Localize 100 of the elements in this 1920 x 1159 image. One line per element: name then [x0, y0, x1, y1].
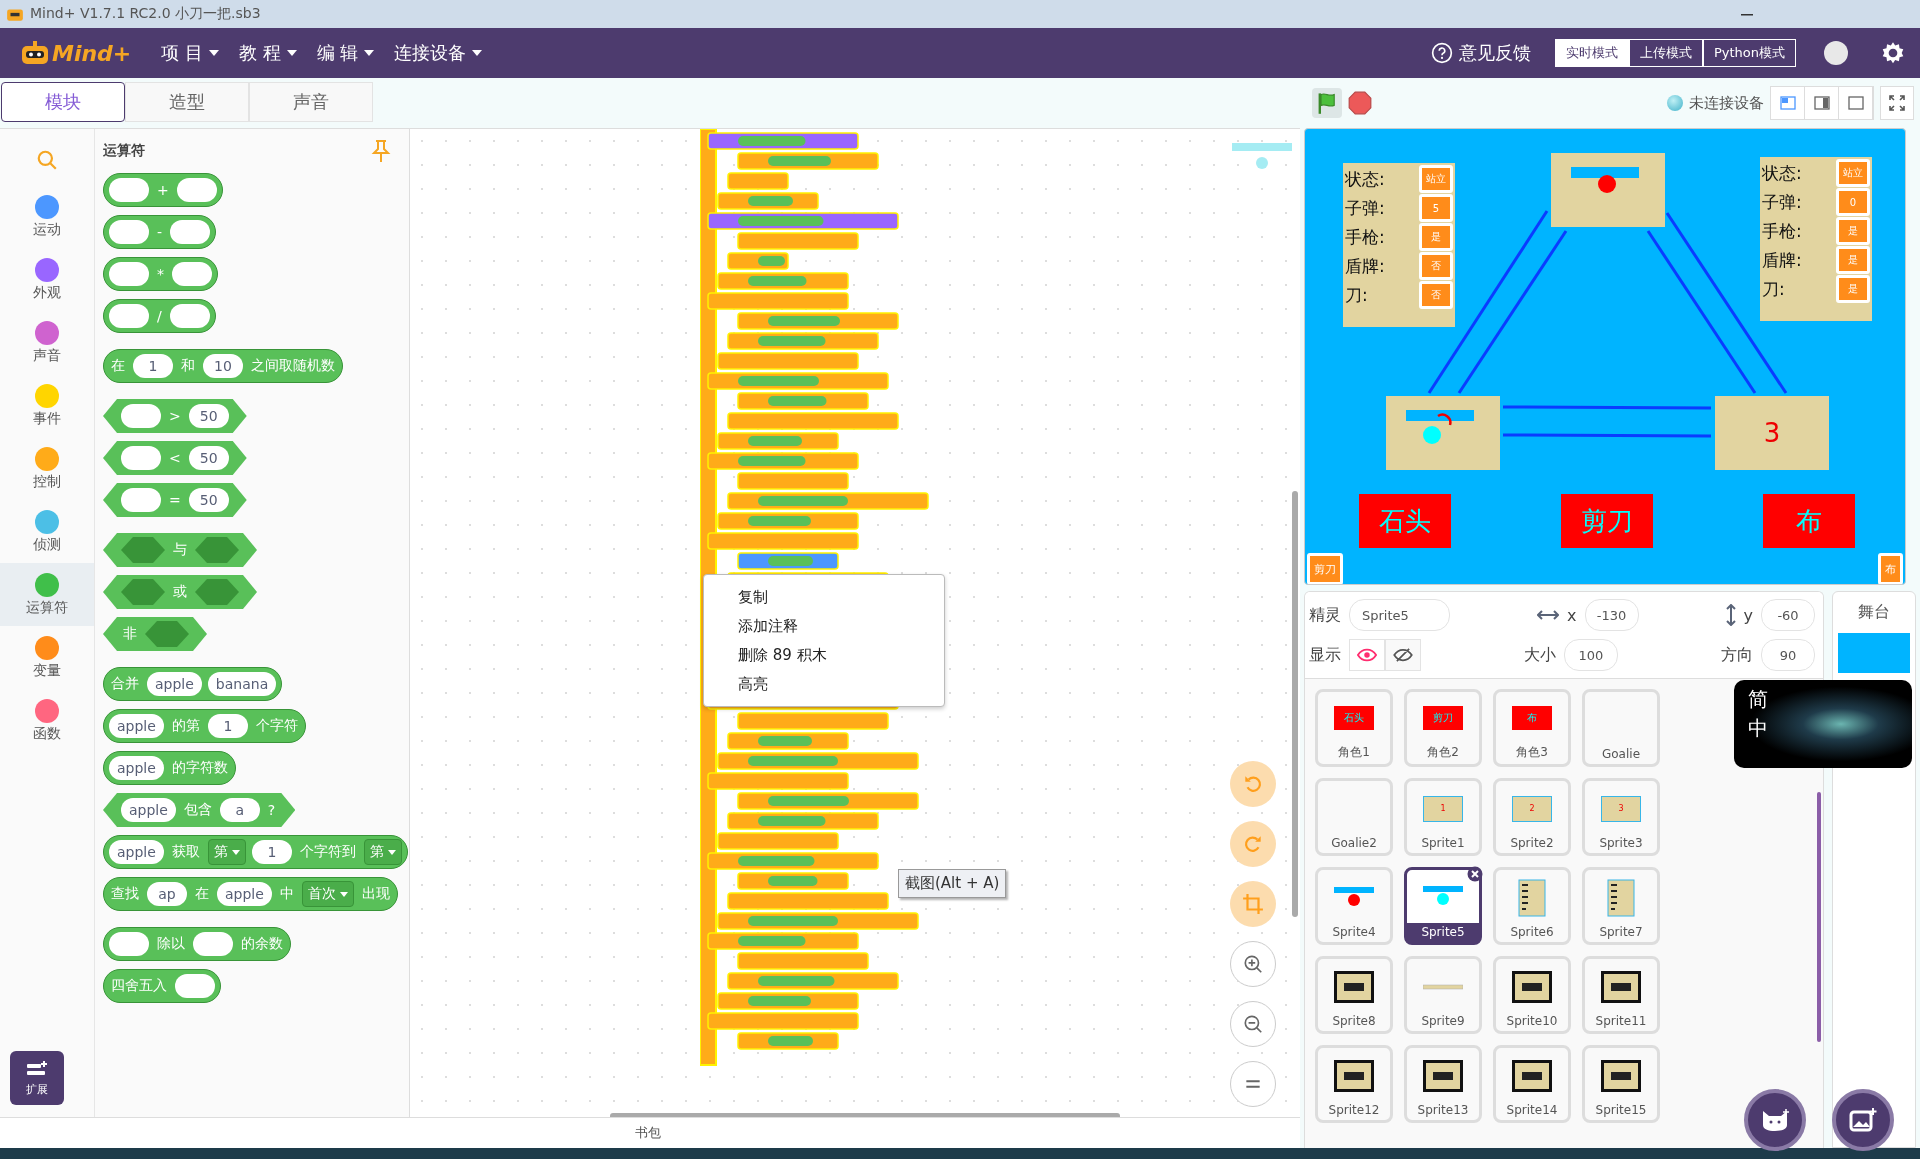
block-input[interactable]: 10	[203, 354, 243, 378]
operator-block[interactable]: apple 包含 a ?	[103, 793, 296, 827]
sprite-name-field[interactable]: Sprite5	[1349, 599, 1450, 631]
input-method-widget[interactable]: 简 中	[1734, 680, 1912, 768]
block-input[interactable]: 50	[188, 446, 229, 470]
category-item[interactable]: 外观	[0, 248, 94, 311]
block-input[interactable]	[193, 932, 233, 956]
sprite-tile[interactable]: 布 角色3	[1493, 689, 1571, 767]
block-input[interactable]: apple	[109, 756, 164, 780]
x-field[interactable]: -130	[1584, 599, 1639, 631]
category-item[interactable]: 控制	[0, 437, 94, 500]
sprite-tile[interactable]: Sprite8	[1315, 956, 1393, 1034]
block-input[interactable]: 50	[188, 488, 229, 512]
run-button[interactable]	[1312, 88, 1342, 118]
category-item[interactable]: 运动	[0, 185, 94, 248]
close-icon[interactable]	[1467, 866, 1483, 882]
mode-tab[interactable]: 上传模式	[1628, 39, 1703, 67]
undo-button[interactable]	[1230, 761, 1276, 807]
settings-icon[interactable]	[1880, 40, 1906, 66]
editor-tab[interactable]: 造型	[125, 82, 249, 122]
operator-block[interactable]: 合并 apple banana	[103, 667, 283, 701]
block-input[interactable]: 1	[251, 840, 292, 864]
menu-item[interactable]: 连接设备	[388, 37, 489, 69]
operator-block[interactable]: 查找 ap 在 apple 中 首次 出现	[103, 877, 398, 911]
sprite-tile[interactable]: Sprite14	[1493, 1045, 1571, 1123]
fullscreen-icon[interactable]	[1880, 86, 1914, 120]
zoom-out-button[interactable]	[1230, 1001, 1276, 1047]
menu-item[interactable]: 项 目	[155, 37, 225, 69]
sprite-tile[interactable]: Sprite6	[1493, 867, 1571, 945]
block-input[interactable]	[170, 220, 211, 244]
operator-block[interactable]: apple 的字符数	[103, 751, 236, 785]
context-menu-item[interactable]: 复制	[704, 582, 944, 612]
block-input[interactable]	[121, 446, 161, 470]
scrollbar[interactable]	[1817, 792, 1821, 1042]
block-input[interactable]: a	[219, 798, 260, 822]
block-input[interactable]	[121, 404, 161, 428]
block-input[interactable]	[169, 304, 210, 328]
sprite-tile[interactable]: Sprite5	[1404, 867, 1482, 945]
sprite-tile[interactable]: 剪刀 角色2	[1404, 689, 1482, 767]
pin-icon[interactable]	[371, 139, 391, 163]
minimap[interactable]	[1232, 143, 1292, 169]
category-item[interactable]: 声音	[0, 311, 94, 374]
stage-thumbnail[interactable]	[1838, 633, 1910, 673]
sprite-tile[interactable]: 1 Sprite1	[1404, 778, 1482, 856]
sprite-tile[interactable]: Sprite12	[1315, 1045, 1393, 1123]
sprite-tile[interactable]: Sprite15	[1582, 1045, 1660, 1123]
block-input[interactable]: apple	[109, 714, 164, 738]
sprite-tile[interactable]: Sprite4	[1315, 867, 1393, 945]
editor-tab[interactable]: 模块	[1, 82, 125, 122]
vertical-scrollbar[interactable]	[1292, 491, 1298, 917]
sprite-tile[interactable]: Sprite13	[1404, 1045, 1482, 1123]
crop-button[interactable]	[1230, 881, 1276, 927]
category-item[interactable]: 运算符	[0, 563, 94, 626]
sprite-tile[interactable]: Goalie	[1582, 689, 1660, 767]
block-input[interactable]: apple	[217, 882, 272, 906]
feedback-button[interactable]: 意见反馈	[1424, 37, 1537, 69]
block-input[interactable]: 50	[188, 404, 229, 428]
block-input[interactable]	[109, 262, 149, 286]
show-button[interactable]	[1349, 639, 1385, 671]
category-item[interactable]: 事件	[0, 374, 94, 437]
operator-block[interactable]: > 50	[103, 399, 247, 433]
menu-item[interactable]: 教 程	[233, 37, 303, 69]
operator-block[interactable]: < 50	[103, 441, 247, 475]
operator-block[interactable]: apple 获取 第 1 个字符到 第	[103, 835, 408, 869]
sprite-tile[interactable]: 3 Sprite3	[1582, 778, 1660, 856]
mode-tab[interactable]: Python模式	[1702, 39, 1796, 67]
block-input[interactable]	[109, 178, 149, 202]
context-menu-item[interactable]: 高亮	[704, 669, 944, 699]
context-menu-item[interactable]: 删除 89 积木	[704, 640, 944, 670]
editor-tab[interactable]: 声音	[249, 82, 373, 122]
sprite-tile[interactable]: Goalie2	[1315, 778, 1393, 856]
block-input[interactable]	[176, 178, 217, 202]
sprite-tile[interactable]: 2 Sprite2	[1493, 778, 1571, 856]
context-menu-item[interactable]: 添加注释	[704, 611, 944, 641]
category-item[interactable]: 侦测	[0, 500, 94, 563]
redo-button[interactable]	[1230, 821, 1276, 867]
backpack-label[interactable]: 书包	[628, 1124, 668, 1142]
operator-block[interactable]: apple 的第 1 个字符	[103, 709, 306, 743]
extension-button[interactable]: 扩展	[10, 1051, 64, 1105]
stop-icon[interactable]	[1348, 91, 1372, 115]
sprite-tile[interactable]: Sprite9	[1404, 956, 1482, 1034]
block-input[interactable]	[109, 932, 149, 956]
size-field[interactable]: 100	[1564, 639, 1618, 671]
block-input[interactable]: 1	[207, 714, 248, 738]
block-input[interactable]: apple	[121, 798, 176, 822]
direction-field[interactable]: 90	[1761, 639, 1815, 671]
search-icon[interactable]	[36, 149, 58, 171]
category-item[interactable]: 变量	[0, 626, 94, 689]
category-item[interactable]: 函数	[0, 689, 94, 752]
operator-block[interactable]: 在 1 和 10 之间取随机数	[103, 349, 343, 383]
mode-tab[interactable]: 实时模式	[1554, 39, 1629, 67]
avatar[interactable]	[1824, 41, 1848, 65]
zoom-in-button[interactable]	[1230, 941, 1276, 987]
sprite-tile[interactable]: Sprite11	[1582, 956, 1660, 1034]
block-input[interactable]: apple	[147, 672, 202, 696]
block-input[interactable]	[109, 220, 149, 244]
hide-button[interactable]	[1385, 639, 1421, 671]
block-input[interactable]	[109, 304, 149, 328]
sprite-tile[interactable]: 石头 角色1	[1315, 689, 1393, 767]
block-input[interactable]: ap	[147, 882, 187, 906]
